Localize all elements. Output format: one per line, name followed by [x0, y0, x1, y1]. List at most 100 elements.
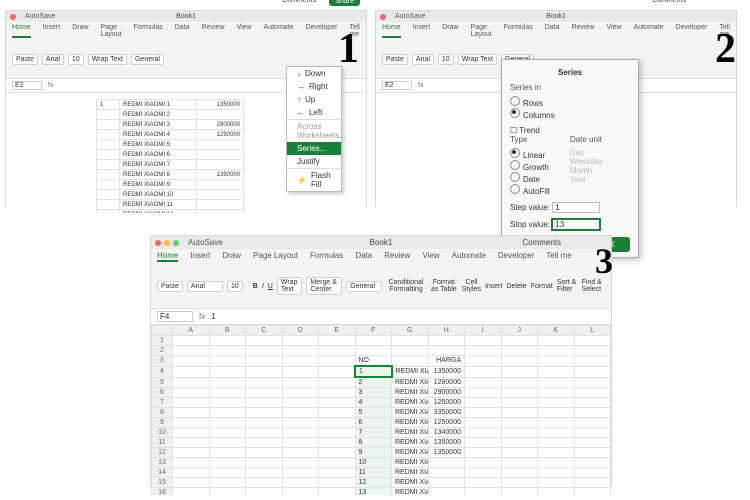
tab-developer[interactable]: Developer: [306, 24, 338, 38]
font-size[interactable]: 10: [227, 281, 243, 292]
name-box[interactable]: E2: [12, 81, 42, 90]
table-row[interactable]: REDMI XIAOMI 81350000: [97, 170, 244, 180]
fill-series[interactable]: Series...: [287, 142, 341, 155]
wrap-button[interactable]: Wrap Text: [458, 54, 497, 65]
font-select[interactable]: Arial: [412, 54, 434, 65]
table-row[interactable]: 2: [152, 346, 611, 356]
tab-data[interactable]: Data: [355, 251, 372, 262]
table-row[interactable]: 107REDMI XIAOMI 71340000: [152, 428, 611, 438]
radio-columns[interactable]: Columns: [510, 108, 555, 120]
tab-formulas[interactable]: Formulas: [310, 251, 343, 262]
close-dot[interactable]: [155, 240, 161, 246]
bold-button[interactable]: B: [253, 283, 258, 290]
wrap-button[interactable]: Wrap Text: [277, 277, 303, 295]
font-size[interactable]: 10: [68, 54, 84, 65]
table-row[interactable]: 129REDMI XIAOMI 91350000: [152, 448, 611, 458]
formula-bar[interactable]: 1: [211, 312, 215, 321]
stop-input[interactable]: 13: [552, 219, 600, 230]
tab-draw[interactable]: Draw: [72, 24, 88, 38]
format-button[interactable]: Format: [531, 283, 553, 290]
tab-review[interactable]: Review: [202, 24, 225, 38]
paste-button[interactable]: Paste: [12, 54, 38, 65]
delete-button[interactable]: Delete: [506, 283, 526, 290]
tab-insert[interactable]: Insert: [413, 24, 431, 38]
number-format[interactable]: General: [131, 54, 164, 65]
fx-icon[interactable]: fx: [48, 82, 53, 89]
fill-down[interactable]: ↓Down: [287, 67, 341, 80]
radio-date[interactable]: Date: [510, 172, 550, 184]
trend-checkbox[interactable]: ☐ Trend: [510, 126, 555, 135]
fill-up[interactable]: ↑Up: [287, 93, 341, 106]
fill-across[interactable]: Across Worksheets...: [287, 119, 341, 142]
table-row[interactable]: 3NOHARGA: [152, 356, 611, 367]
underline-button[interactable]: U: [268, 283, 273, 290]
paste-button[interactable]: Paste: [157, 281, 183, 292]
tab-developer[interactable]: Developer: [676, 24, 708, 38]
italic-button[interactable]: I: [262, 283, 264, 290]
tab-automate[interactable]: Automate: [452, 251, 486, 262]
font-select[interactable]: Arial: [42, 54, 64, 65]
comments-button[interactable]: Comments: [652, 0, 686, 4]
table-row[interactable]: 1REDMI XIAOMI 11350000: [97, 100, 244, 110]
number-format[interactable]: General: [346, 281, 382, 292]
insert-button[interactable]: Insert: [485, 283, 503, 290]
table-row[interactable]: REDMI XIAOMI 6: [97, 150, 244, 160]
tab-data[interactable]: Data: [545, 24, 560, 38]
table-row[interactable]: REDMI XIAOMI 11: [97, 200, 244, 210]
table-row[interactable]: 118REDMI XIAOMI 81350000: [152, 438, 611, 448]
tab-page-layout[interactable]: Page Layout: [253, 251, 298, 262]
table-row[interactable]: 63REDMI XIAOMI 32900000: [152, 388, 611, 398]
tab-home[interactable]: Home: [157, 251, 178, 262]
sort-filter[interactable]: Sort & Filter: [557, 279, 578, 293]
font-select[interactable]: Arial: [187, 281, 223, 292]
step-input[interactable]: 1: [552, 202, 600, 213]
cell-styles[interactable]: Cell Styles: [462, 279, 481, 293]
max-dot[interactable]: [173, 240, 179, 246]
tab-insert[interactable]: Insert: [43, 24, 61, 38]
tab-insert[interactable]: Insert: [190, 251, 210, 262]
table-row[interactable]: 1310REDMI XIAOMI 10: [152, 458, 611, 468]
table-row[interactable]: 41REDMI XIAOMI 11350000: [152, 366, 611, 377]
tab-data[interactable]: Data: [175, 24, 190, 38]
comments-button[interactable]: Comments: [522, 238, 561, 247]
table-row[interactable]: REDMI XIAOMI 2: [97, 110, 244, 120]
table-row[interactable]: REDMI XIAOMI 9: [97, 180, 244, 190]
fill-left[interactable]: ←Left: [287, 106, 341, 119]
table-row[interactable]: 1411REDMI XIAOMI 11: [152, 468, 611, 478]
merge-button[interactable]: Merge & Center: [306, 277, 342, 295]
tab-review[interactable]: Review: [572, 24, 595, 38]
tab-review[interactable]: Review: [384, 251, 410, 262]
radio-rows[interactable]: Rows: [510, 96, 555, 108]
table-row[interactable]: REDMI XIAOMI 10: [97, 190, 244, 200]
radio-linear[interactable]: Linear: [510, 148, 550, 160]
tab-draw[interactable]: Draw: [442, 24, 458, 38]
wrap-button[interactable]: Wrap Text: [88, 54, 127, 65]
tab-view[interactable]: View: [422, 251, 439, 262]
table-row[interactable]: REDMI XIAOMI 12: [97, 210, 244, 214]
tab-developer[interactable]: Developer: [498, 251, 534, 262]
fill-flash[interactable]: ⚡Flash Fill: [287, 168, 341, 191]
table-row[interactable]: 74REDMI XIAOMI 41250000: [152, 398, 611, 408]
table-row[interactable]: REDMI XIAOMI 41250000: [97, 130, 244, 140]
name-box[interactable]: E2: [382, 81, 412, 90]
tab-tell-me[interactable]: Tell me: [546, 251, 571, 262]
table-row[interactable]: REDMI XIAOMI 5: [97, 140, 244, 150]
comments-button[interactable]: Comments: [282, 0, 316, 4]
tab-formulas[interactable]: Formulas: [134, 24, 163, 38]
fx-icon[interactable]: fx: [199, 312, 205, 321]
table-row[interactable]: REDMI XIAOMI 7: [97, 160, 244, 170]
fill-justify[interactable]: Justify: [287, 155, 341, 168]
fill-menu[interactable]: ↓Down →Right ↑Up ←Left Across Worksheets…: [286, 66, 342, 192]
tab-draw[interactable]: Draw: [222, 251, 241, 262]
share-button[interactable]: Share: [329, 0, 360, 6]
fill-right[interactable]: →Right: [287, 80, 341, 93]
table-row[interactable]: 85REDMI XIAOMI 53350000: [152, 408, 611, 418]
fx-icon[interactable]: fx: [418, 82, 423, 89]
close-dot[interactable]: [10, 14, 16, 20]
spreadsheet-grid[interactable]: ABCDEFGHIJKL123NOHARGA41REDMI XIAOMI 113…: [151, 325, 611, 495]
tab-page-layout[interactable]: Page Layout: [101, 24, 122, 38]
tab-view[interactable]: View: [237, 24, 252, 38]
name-box[interactable]: F4: [157, 311, 193, 322]
conditional-formatting[interactable]: Conditional Formatting: [386, 279, 426, 293]
table-row[interactable]: 96REDMI XIAOMI 61250000: [152, 418, 611, 428]
